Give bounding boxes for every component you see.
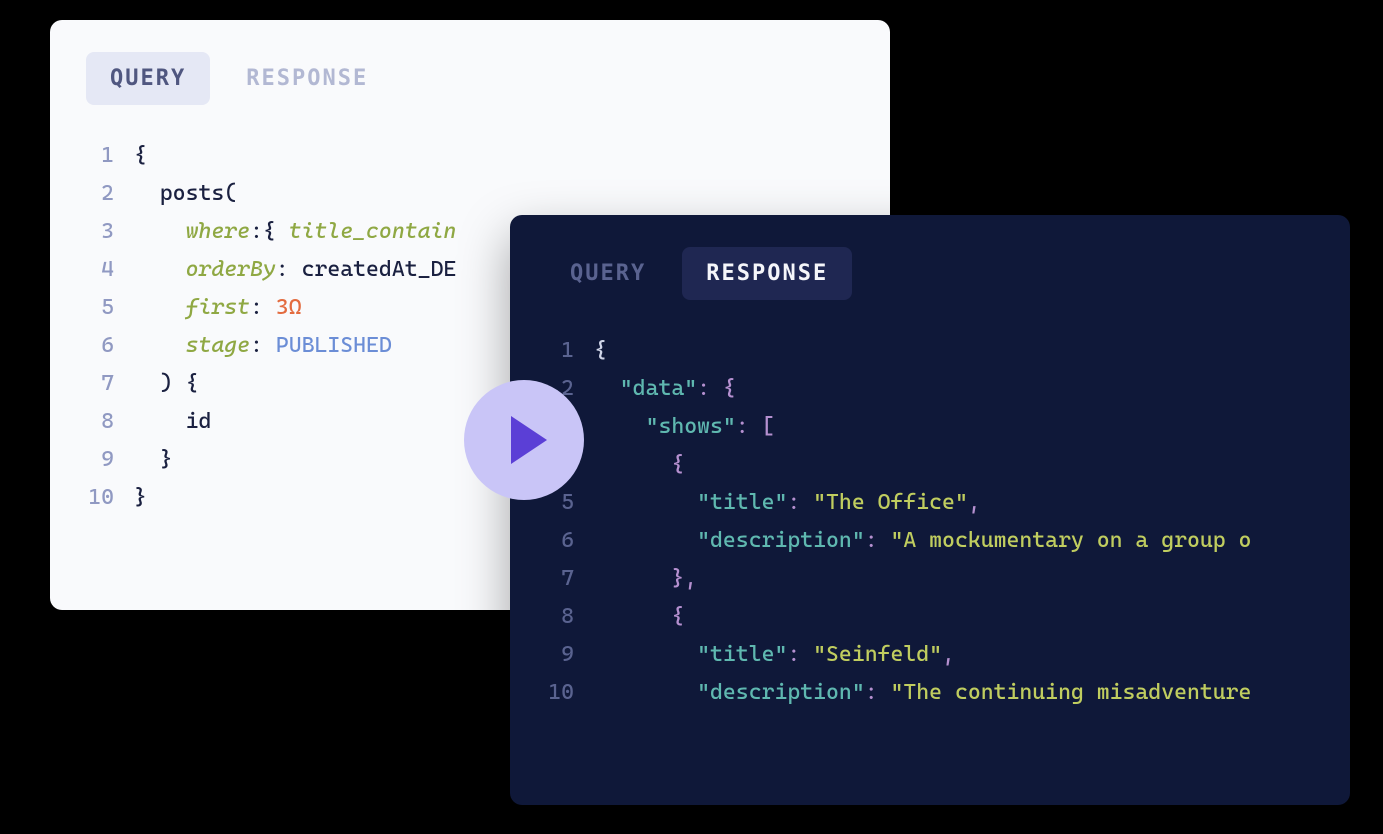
code-text: orderBy: createdAt_DE bbox=[134, 251, 456, 289]
line-number: 7 bbox=[86, 365, 134, 403]
code-text: ) { bbox=[134, 365, 198, 403]
code-line: 7 }, bbox=[546, 560, 1314, 598]
tab-query[interactable]: QUERY bbox=[546, 247, 670, 300]
code-text: "title": "Seinfeld", bbox=[594, 636, 955, 674]
code-line: 9 "title": "Seinfeld", bbox=[546, 636, 1314, 674]
line-number: 2 bbox=[86, 175, 134, 213]
line-number: 5 bbox=[86, 289, 134, 327]
response-code-block: 1 { 2 "data": { 3 "shows": [ 4 { 5 "titl… bbox=[546, 332, 1314, 712]
line-number: 9 bbox=[546, 636, 594, 674]
code-text: "data": { bbox=[594, 370, 736, 408]
code-line: 8 { bbox=[546, 598, 1314, 636]
response-panel: QUERY RESPONSE 1 { 2 "data": { 3 "shows"… bbox=[510, 215, 1350, 805]
code-line: 1 { bbox=[546, 332, 1314, 370]
code-text: "title": "The Office", bbox=[594, 484, 981, 522]
code-text: stage: PUBLISHED bbox=[134, 327, 392, 365]
line-number: 7 bbox=[546, 560, 594, 598]
code-text: { bbox=[134, 137, 147, 175]
play-button[interactable] bbox=[464, 380, 584, 500]
line-number: 6 bbox=[86, 327, 134, 365]
code-line: 3 "shows": [ bbox=[546, 408, 1314, 446]
code-text: { bbox=[594, 446, 684, 484]
code-line: 2 "data": { bbox=[546, 370, 1314, 408]
tab-response[interactable]: RESPONSE bbox=[222, 52, 392, 105]
code-line: 5 "title": "The Office", bbox=[546, 484, 1314, 522]
line-number: 1 bbox=[86, 137, 134, 175]
code-text: } bbox=[134, 479, 147, 517]
code-line: 2 posts( bbox=[86, 175, 854, 213]
code-text: first: 3Ω bbox=[134, 289, 302, 327]
code-line: 6 "description": "A mockumentary on a gr… bbox=[546, 522, 1314, 560]
code-text: posts( bbox=[134, 175, 237, 213]
line-number: 8 bbox=[546, 598, 594, 636]
code-text: "description": "A mockumentary on a grou… bbox=[594, 522, 1251, 560]
code-text: { bbox=[594, 598, 684, 636]
play-icon bbox=[511, 416, 547, 464]
code-text: "description": "The continuing misadvent… bbox=[594, 674, 1251, 712]
code-text: "shows": [ bbox=[594, 408, 774, 446]
query-panel-tabs: QUERY RESPONSE bbox=[86, 52, 854, 105]
line-number: 1 bbox=[546, 332, 594, 370]
line-number: 10 bbox=[86, 479, 134, 517]
line-number: 8 bbox=[86, 403, 134, 441]
code-line: 10 "description": "The continuing misadv… bbox=[546, 674, 1314, 712]
code-text: } bbox=[134, 441, 173, 479]
response-panel-tabs: QUERY RESPONSE bbox=[546, 247, 1314, 300]
line-number: 9 bbox=[86, 441, 134, 479]
tab-response[interactable]: RESPONSE bbox=[682, 247, 852, 300]
line-number: 10 bbox=[546, 674, 594, 712]
line-number: 3 bbox=[86, 213, 134, 251]
code-text: where:{ title_contain bbox=[134, 213, 456, 251]
code-text: }, bbox=[594, 560, 697, 598]
code-line: 4 { bbox=[546, 446, 1314, 484]
code-line: 1 { bbox=[86, 137, 854, 175]
line-number: 6 bbox=[546, 522, 594, 560]
tab-query[interactable]: QUERY bbox=[86, 52, 210, 105]
code-text: { bbox=[594, 332, 607, 370]
line-number: 4 bbox=[86, 251, 134, 289]
code-text: id bbox=[134, 403, 211, 441]
